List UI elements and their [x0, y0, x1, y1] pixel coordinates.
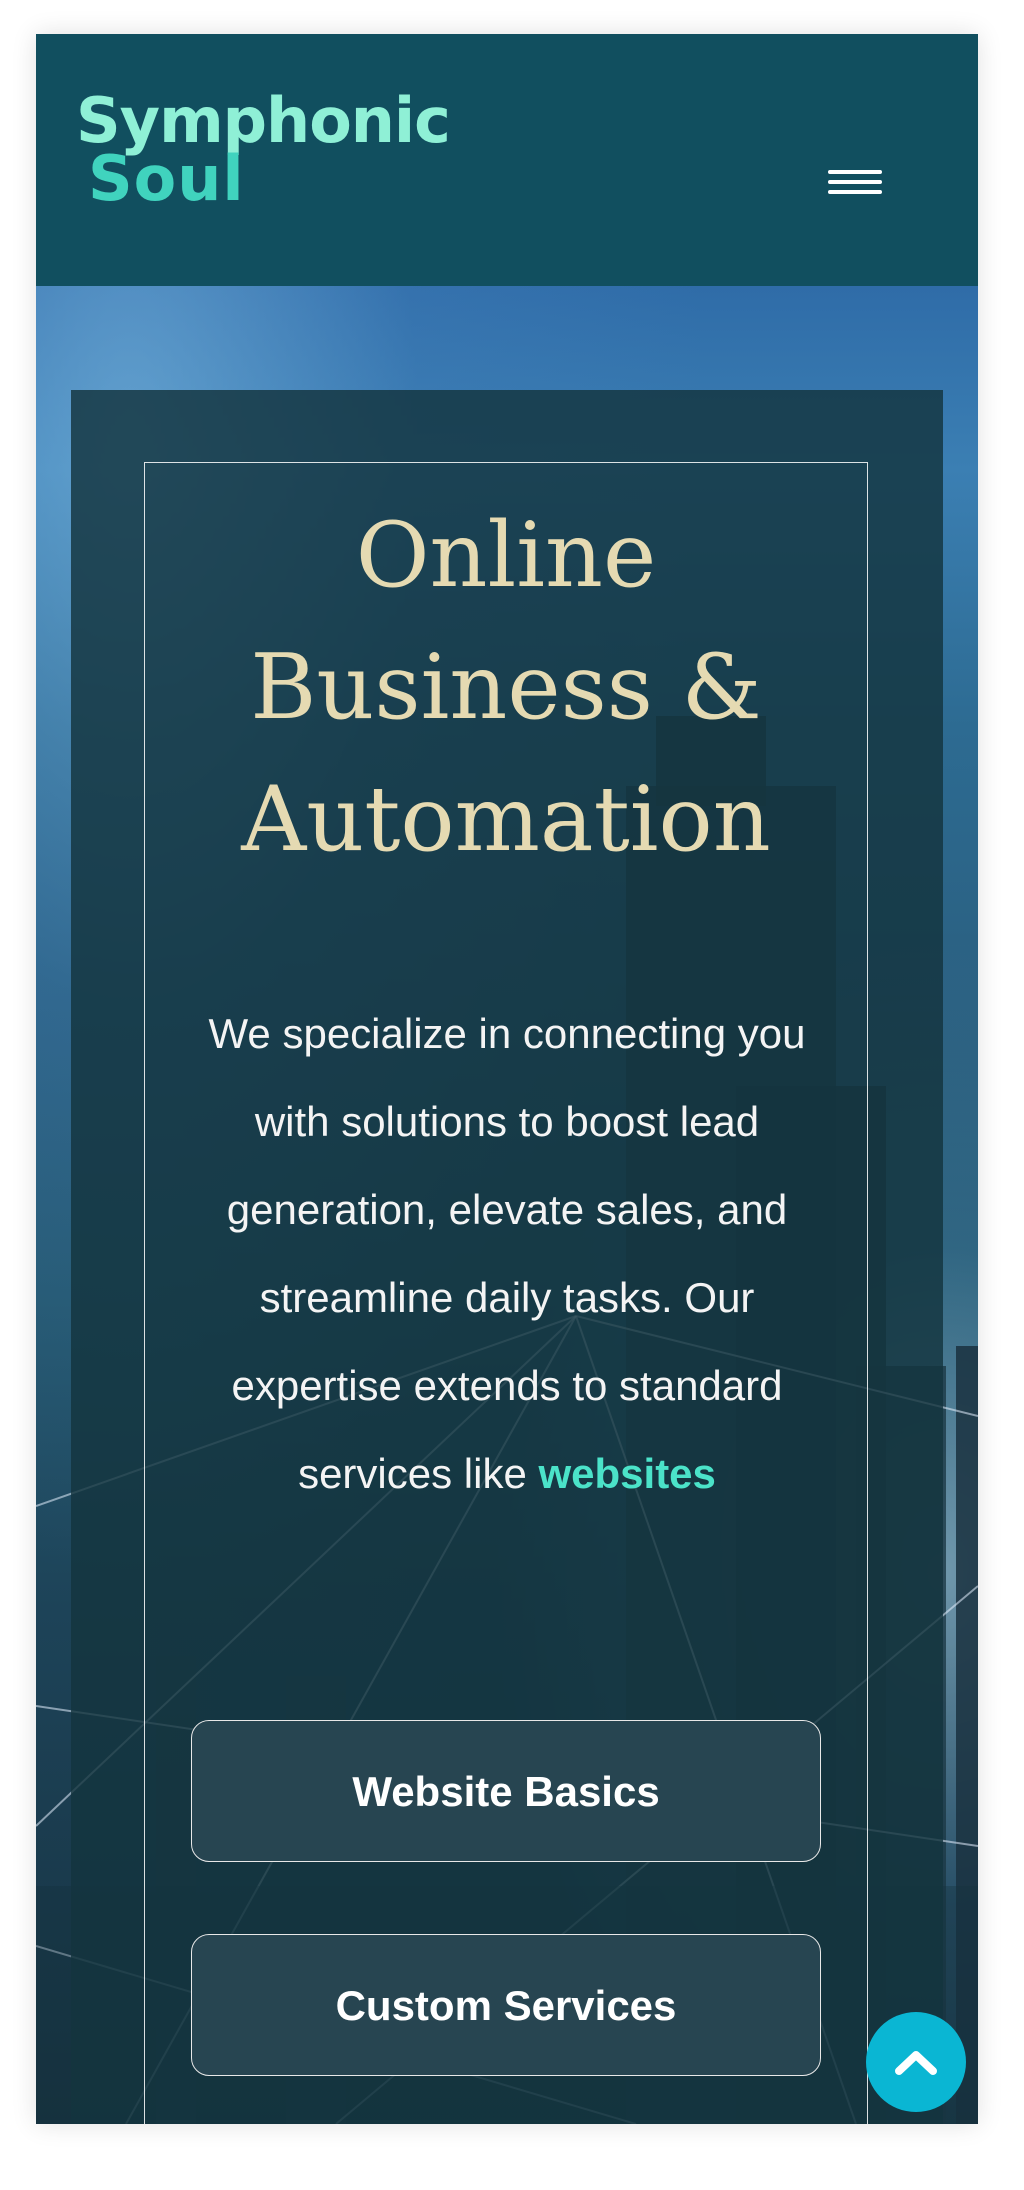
hero-description: We specialize in connecting you with sol… [201, 990, 813, 1518]
chevron-up-icon [895, 2051, 937, 2075]
site-logo[interactable]: Symphonic Soul [76, 84, 451, 224]
logo-text-line2: Soul [88, 142, 245, 215]
menu-bar-bottom [828, 190, 882, 194]
menu-bar-middle [828, 180, 882, 184]
menu-bar-top [828, 170, 882, 174]
page-frame: Symphonic Soul Online Business & Automat… [36, 34, 978, 2124]
custom-services-button[interactable]: Custom Services [191, 1934, 821, 2076]
websites-link[interactable]: websites [538, 1450, 715, 1497]
website-basics-button[interactable]: Website Basics [191, 1720, 821, 1862]
hamburger-menu-icon[interactable] [826, 156, 884, 202]
site-header: Symphonic Soul [36, 34, 978, 286]
hero-title: Online Business & Automation [241, 503, 771, 872]
hero-description-text: We specialize in connecting you with sol… [208, 1010, 806, 1497]
scroll-to-top-button[interactable] [866, 2012, 966, 2112]
hero-card: Online Business & Automation We speciali… [71, 390, 943, 2124]
